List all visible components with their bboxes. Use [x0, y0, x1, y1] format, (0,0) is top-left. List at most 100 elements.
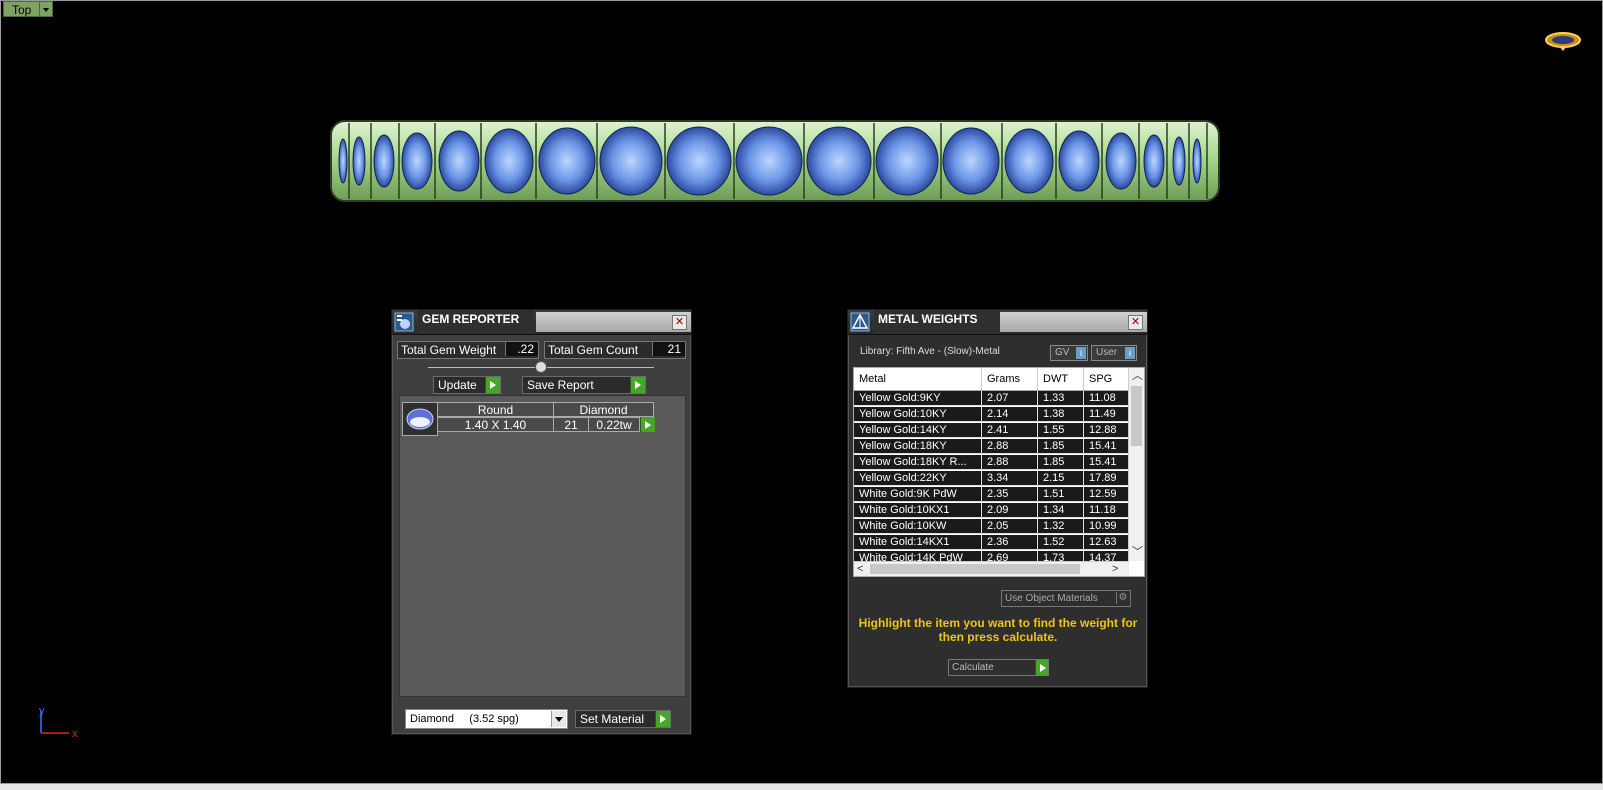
metal-table-row[interactable]: Yellow Gold:18KY R... 2.88 1.85 15.41 — [854, 455, 1129, 470]
gem-shape-cell: Round — [437, 402, 554, 417]
metal-weights-titlebar[interactable]: METAL WEIGHTS ✕ — [848, 310, 1147, 335]
metal-table-cell: 1.85 — [1038, 439, 1084, 454]
navigation-cube-icon[interactable] — [1544, 30, 1582, 52]
metal-table-cell: 15.41 — [1084, 455, 1129, 470]
calculate-play-icon[interactable] — [1035, 660, 1048, 675]
gem-count-cell: 21 — [553, 417, 589, 432]
metal-weights-icon — [850, 312, 870, 332]
metal-table-cell: 2.05 — [982, 519, 1038, 534]
gem-list: Round Diamond 1.40 X 1.40 21 0.22tw — [399, 395, 686, 697]
horizontal-scroll-thumb[interactable] — [870, 564, 1080, 574]
gem-row-play-icon[interactable] — [640, 417, 655, 432]
scroll-down-icon[interactable]: ﹀ — [1132, 546, 1143, 558]
metal-table-cell: Yellow Gold:9KY — [854, 391, 982, 406]
metal-table-cell: 12.59 — [1084, 487, 1129, 502]
metal-table-row[interactable]: Yellow Gold:18KY 2.88 1.85 15.41 — [854, 439, 1129, 454]
save-report-play-icon[interactable] — [630, 377, 645, 393]
metal-table-row[interactable]: White Gold:14KX1 2.36 1.52 12.63 — [854, 535, 1129, 550]
user-toggle[interactable]: User i — [1091, 345, 1137, 361]
gem-material-cell: Diamond — [553, 402, 654, 417]
save-report-button-label: Save Report — [527, 378, 594, 392]
material-select-value: Diamond (3.52 spg) — [410, 713, 519, 725]
calculate-button[interactable]: Calculate — [948, 659, 1049, 676]
col-header-spg[interactable]: SPG — [1084, 368, 1129, 390]
scroll-up-icon[interactable]: ︿ — [1132, 370, 1143, 382]
metal-table-cell: 1.52 — [1038, 535, 1084, 550]
metal-table-row[interactable]: White Gold:10KW 2.05 1.32 10.99 — [854, 519, 1129, 534]
metal-table-cell: White Gold:10KW — [854, 519, 982, 534]
update-button[interactable]: Update — [433, 376, 501, 394]
metal-table-row[interactable]: Yellow Gold:14KY 2.41 1.55 12.88 — [854, 423, 1129, 438]
calculate-button-label: Calculate — [952, 662, 994, 673]
metal-table-header: Metal Grams DWT SPG — [854, 368, 1129, 391]
metal-table-cell: 2.41 — [982, 423, 1038, 438]
col-header-metal[interactable]: Metal — [854, 368, 982, 390]
set-material-button[interactable]: Set Material — [575, 710, 671, 728]
set-material-play-icon[interactable] — [655, 711, 670, 727]
total-gem-weight-field: Total Gem Weight .22 — [397, 341, 539, 359]
metal-table-cell: 12.88 — [1084, 423, 1129, 438]
metal-table-cell: 2.35 — [982, 487, 1038, 502]
axis-y-label: y — [39, 706, 45, 717]
view-selector[interactable]: Top — [3, 1, 54, 17]
metal-table-cell: 17.89 — [1084, 471, 1129, 486]
view-dropdown-icon[interactable] — [40, 1, 54, 17]
metal-table-cell: Yellow Gold:18KY — [854, 439, 982, 454]
metal-table-row[interactable]: Yellow Gold:10KY 2.14 1.38 11.49 — [854, 407, 1129, 422]
material-select[interactable]: Diamond (3.52 spg) — [405, 709, 568, 729]
col-header-dwt[interactable]: DWT — [1038, 368, 1084, 390]
metal-weights-close-icon[interactable]: ✕ — [1128, 315, 1143, 330]
metal-table-cell: 1.32 — [1038, 519, 1084, 534]
gem-reporter-title: GEM REPORTER — [418, 310, 534, 334]
use-object-materials-option[interactable]: Use Object Materials ⚙ — [1001, 590, 1131, 607]
metal-table-cell: 2.07 — [982, 391, 1038, 406]
total-gem-count-field: Total Gem Count 21 — [544, 341, 686, 359]
metal-table-vertical-scrollbar[interactable]: ︿ ﹀ — [1128, 368, 1144, 561]
3d-viewport[interactable]: Top y x — [0, 0, 1603, 784]
material-select-chevron-down-icon[interactable] — [551, 711, 566, 727]
gem-reporter-close-icon[interactable]: ✕ — [672, 315, 687, 330]
metal-table-cell: 1.34 — [1038, 503, 1084, 518]
save-report-button[interactable]: Save Report — [522, 376, 646, 394]
gv-info-icon[interactable]: i — [1076, 347, 1086, 359]
splitter-knob-icon[interactable] — [535, 361, 547, 373]
scroll-left-icon[interactable]: < — [857, 563, 863, 575]
metal-table-cell: White Gold:14KX1 — [854, 535, 982, 550]
user-info-icon[interactable]: i — [1125, 347, 1135, 359]
gear-icon[interactable]: ⚙ — [1116, 592, 1129, 604]
metal-table-row[interactable]: White Gold:9K PdW 2.35 1.51 12.59 — [854, 487, 1129, 502]
col-header-grams[interactable]: Grams — [982, 368, 1038, 390]
axis-indicator: y x — [39, 706, 78, 740]
scroll-right-icon[interactable]: > — [1112, 563, 1118, 575]
metal-table-cell: 3.34 — [982, 471, 1038, 486]
metal-table-cell: 11.08 — [1084, 391, 1129, 406]
gem-reporter-icon — [394, 312, 414, 332]
view-label[interactable]: Top — [3, 1, 41, 17]
gem-thumbnail[interactable] — [402, 402, 438, 436]
update-button-label: Update — [438, 378, 477, 392]
metal-table-cell: White Gold:9K PdW — [854, 487, 982, 502]
total-gem-count-value: 21 — [652, 342, 685, 356]
total-gem-count-label: Total Gem Count — [548, 343, 639, 357]
metal-table-cell: 11.18 — [1084, 503, 1129, 518]
metal-table-row[interactable]: Yellow Gold:9KY 2.07 1.33 11.08 — [854, 391, 1129, 406]
metal-table-cell: 15.41 — [1084, 439, 1129, 454]
metal-table-cell: Yellow Gold:22KY — [854, 471, 982, 486]
metal-table-cell: 2.14 — [982, 407, 1038, 422]
gem-reporter-titlebar[interactable]: GEM REPORTER ✕ — [392, 310, 691, 335]
vertical-scroll-thumb[interactable] — [1131, 386, 1142, 446]
metal-table-cell: White Gold:10KX1 — [854, 503, 982, 518]
gv-toggle[interactable]: GV i — [1050, 345, 1088, 361]
metal-table-row[interactable]: White Gold:10KX1 2.09 1.34 11.18 — [854, 503, 1129, 518]
total-gem-weight-label: Total Gem Weight — [401, 343, 497, 357]
metal-weights-title: METAL WEIGHTS — [874, 310, 1000, 334]
metal-table-row[interactable]: Yellow Gold:22KY 3.34 2.15 17.89 — [854, 471, 1129, 486]
metal-table-cell: 2.15 — [1038, 471, 1084, 486]
status-bar — [0, 784, 1603, 790]
metal-table-cell: 1.38 — [1038, 407, 1084, 422]
metal-table-horizontal-scrollbar[interactable]: < > — [854, 561, 1129, 576]
metal-table-cell: 12.63 — [1084, 535, 1129, 550]
metal-table-cell: 11.49 — [1084, 407, 1129, 422]
ring-model[interactable] — [329, 119, 1221, 203]
update-play-icon[interactable] — [485, 377, 500, 393]
